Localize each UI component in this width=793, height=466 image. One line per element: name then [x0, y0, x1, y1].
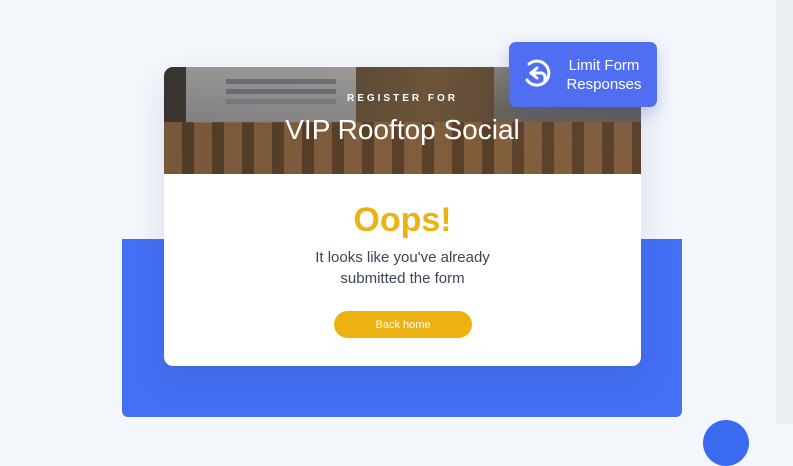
- page-scrollbar[interactable]: [776, 0, 793, 424]
- message-line-2: submitted the form: [340, 270, 465, 287]
- event-title: VIP Rooftop Social: [285, 114, 520, 145]
- message-line-1: It looks like you've already: [315, 249, 490, 266]
- oops-heading: Oops!: [353, 201, 452, 239]
- badge-label-line-2: Responses: [566, 76, 642, 93]
- already-submitted-message: It looks like you've already submitted t…: [164, 247, 641, 289]
- limit-form-responses-badge: Limit Form Responses: [509, 42, 657, 107]
- badge-label-line-1: Limit Form: [568, 57, 640, 74]
- form-card: REGISTER FOR VIP Rooftop Social Oops! It…: [164, 67, 641, 366]
- back-home-button[interactable]: Back home: [334, 311, 472, 338]
- badge-label: Limit Form Responses: [555, 56, 653, 94]
- undo-arrow-icon: [520, 57, 554, 91]
- floating-action-button[interactable]: [703, 420, 749, 466]
